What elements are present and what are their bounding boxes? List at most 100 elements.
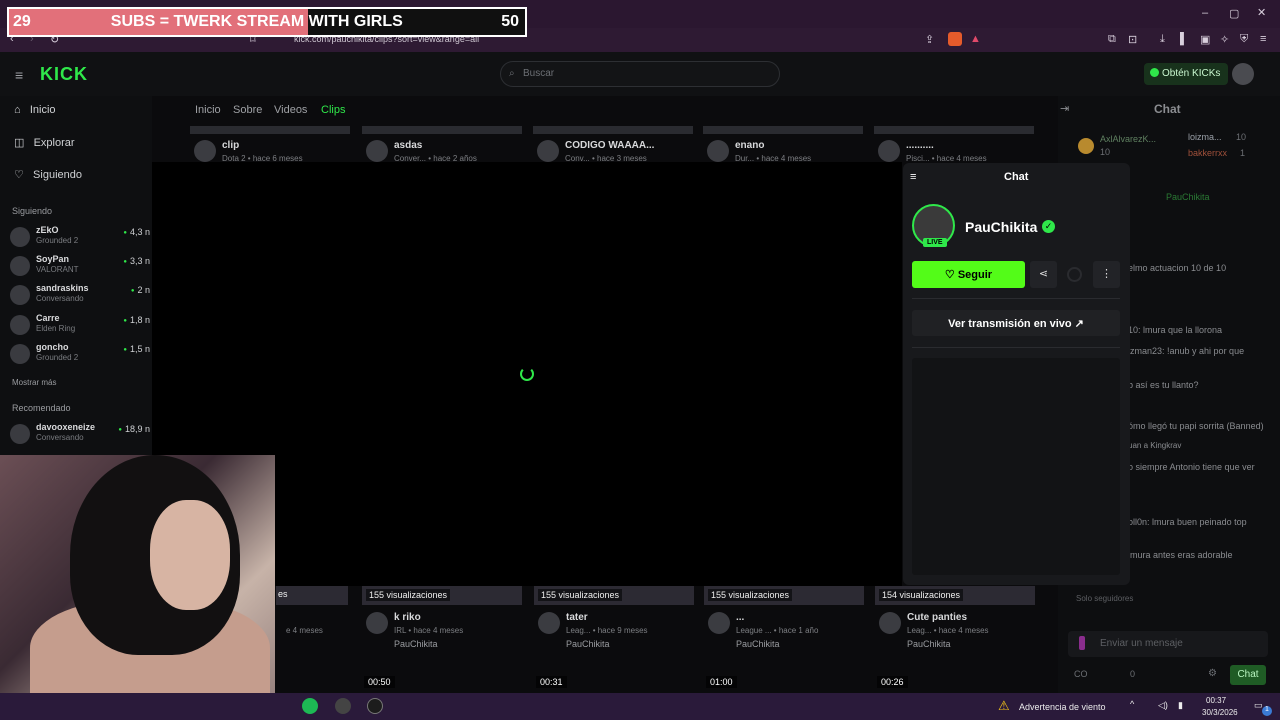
- following-channel[interactable]: gonchoGrounded 2 1,5 n: [10, 341, 150, 367]
- loading-spinner-icon: [1067, 267, 1082, 282]
- clip-duration: 00:50: [364, 676, 395, 688]
- clip-meta: League ... • hace 1 año: [736, 626, 819, 635]
- share-button[interactable]: ⋖: [1030, 261, 1057, 288]
- clip-views: 155 visualizaciones: [366, 589, 451, 601]
- live-badge: LIVE: [923, 238, 947, 247]
- show-more-link[interactable]: Mostrar más: [12, 378, 56, 387]
- pinned-user[interactable]: PauChikita: [1166, 192, 1210, 202]
- following-channel[interactable]: zEkOGrounded 2 4,3 n: [10, 224, 150, 250]
- collapse-icon[interactable]: ≡: [910, 171, 916, 183]
- brave-shield-icon[interactable]: [948, 32, 962, 46]
- clip-card[interactable]: 155 visualizaciones k riko IRL • hace 4 me…: [362, 586, 522, 656]
- notification-badge: 1: [1262, 706, 1272, 716]
- channel-name: sandraskins: [36, 283, 89, 293]
- user-card-name[interactable]: PauChikita: [965, 219, 1037, 235]
- loading-spinner-icon: [520, 367, 534, 381]
- chat-title: Chat: [1154, 102, 1181, 116]
- sidebar-item-label: Explorar: [33, 137, 75, 149]
- chat-settings-icon[interactable]: ⚙: [1208, 668, 1217, 679]
- spotify-icon[interactable]: [302, 698, 318, 714]
- kick-app-icon[interactable]: [367, 698, 383, 714]
- clip-title: enano: [735, 140, 765, 151]
- tab-inicio[interactable]: Inicio: [195, 104, 221, 116]
- leo-icon[interactable]: ✧: [1220, 33, 1229, 46]
- kick-logo[interactable]: KICK: [40, 64, 88, 85]
- chat-message-input[interactable]: Enviar un mensaje: [1068, 631, 1268, 657]
- compass-icon: ◫: [14, 137, 25, 149]
- volume-icon[interactable]: ◁): [1158, 700, 1168, 711]
- user-avatar[interactable]: [1232, 63, 1254, 85]
- follow-button[interactable]: ♡ Seguir: [912, 261, 1025, 288]
- tray-chevron-icon[interactable]: ^: [1130, 699, 1134, 709]
- clip-meta: Pisci... • hace 4 meses: [906, 154, 987, 163]
- clip-card[interactable]: 155 visualizaciones... League ... • hace …: [704, 586, 864, 656]
- tab-clips[interactable]: Clips: [321, 104, 345, 116]
- clip-card[interactable]: 154 visualizaciones Cute panties Leag... •…: [875, 586, 1035, 656]
- clip-channel: PauChikita: [394, 639, 438, 649]
- rewards-icon[interactable]: ▲: [970, 33, 981, 45]
- clip-card[interactable]: 155 visualizaciones tater Leag... • hace 9…: [534, 586, 694, 656]
- tab-videos[interactable]: Videos: [274, 104, 307, 116]
- chat-message: 10: lmura que la llorona: [1128, 325, 1223, 335]
- more-options-button[interactable]: ⋮: [1093, 261, 1120, 288]
- collapse-chat-icon[interactable]: ⇥: [1060, 102, 1069, 115]
- share-icon[interactable]: ⇪: [925, 33, 934, 46]
- close-window-icon[interactable]: ✕: [1257, 6, 1266, 19]
- followers-only-label: Solo seguidores: [1076, 594, 1134, 603]
- search-input[interactable]: Buscar: [500, 61, 780, 87]
- recommended-channel[interactable]: davooxeneizeConversando 18,9 n: [10, 421, 150, 447]
- sidebar-toggle-icon[interactable]: ▌: [1180, 33, 1188, 45]
- weather-text[interactable]: Advertencia de viento: [1019, 702, 1106, 712]
- wallet-icon[interactable]: ▣: [1200, 33, 1210, 46]
- channel-name: Carre: [36, 313, 60, 323]
- clock-date[interactable]: 30/3/2026: [1202, 708, 1238, 717]
- hamburger-icon[interactable]: ≡: [15, 67, 23, 83]
- clip-thumbnail[interactable]: es: [276, 586, 348, 605]
- channel-name: SoyPan: [36, 254, 70, 264]
- sidebar-item-explorar[interactable]: ◫ Explorar: [14, 136, 75, 149]
- clip-thumbnail: 155 visualizaciones: [534, 586, 694, 605]
- tab-sobre[interactable]: Sobre: [233, 104, 262, 116]
- clip-card[interactable]: .......... Pisci... • hace 4 meses: [874, 126, 1034, 163]
- channel-category: Grounded 2: [36, 353, 79, 362]
- clip-card[interactable]: asdas Conver... • hace 2 años: [362, 126, 522, 163]
- obs-icon[interactable]: [335, 698, 351, 714]
- mic-icon[interactable]: ▮: [1178, 700, 1183, 711]
- download-icon[interactable]: ⤓: [1160, 33, 1165, 46]
- clock-time[interactable]: 00:37: [1206, 696, 1226, 705]
- sidebar-item-label: Inicio: [29, 104, 56, 116]
- chat-message: uan a Kingkrav: [1128, 441, 1182, 450]
- clip-thumbnail: 155 visualizaciones: [362, 586, 522, 605]
- heart-icon: ♡: [14, 169, 24, 181]
- clip-card[interactable]: CODIGO WAAAA... Conv... • hace 3 meses: [533, 126, 693, 163]
- user-card-title: Chat: [1004, 171, 1029, 183]
- watch-live-button[interactable]: Ver transmisión en vivo ↗: [912, 310, 1120, 336]
- following-channel[interactable]: CarreElden Ring 1,8 n: [10, 312, 150, 338]
- following-section-title: Siguiendo: [12, 206, 53, 216]
- divider: [912, 347, 1120, 348]
- screenshot-icon[interactable]: ⊡: [1128, 33, 1137, 46]
- top-gifter-name[interactable]: bakkerrxx: [1188, 148, 1227, 158]
- top-gifter-name[interactable]: loizma...: [1188, 132, 1222, 142]
- chat-send-button[interactable]: Chat: [1230, 665, 1266, 685]
- top-gifter-name[interactable]: AxlAlvarezK...: [1100, 134, 1156, 144]
- channel-name: davooxeneize: [36, 422, 96, 432]
- maximize-icon[interactable]: ▢: [1229, 7, 1239, 20]
- chat-message: b así es tu llanto?: [1128, 380, 1199, 390]
- sidebar-item-siguiendo[interactable]: ♡ Siguiendo: [14, 168, 82, 181]
- clip-channel: PauChikita: [907, 639, 951, 649]
- vpn-icon[interactable]: ⛨: [1240, 33, 1248, 46]
- following-channel[interactable]: SoyPanVALORANT 3,3 n: [10, 253, 150, 279]
- subgoal-banner: 29 SUBS = TWERK STREAM WITH GIRLS 50: [7, 7, 527, 37]
- menu-icon[interactable]: ≡: [1260, 33, 1266, 45]
- clip-card[interactable]: clip Dota 2 • hace 6 meses: [190, 126, 350, 163]
- avatar: [10, 424, 30, 444]
- following-channel[interactable]: sandraskinsConversando 2 n: [10, 282, 150, 308]
- clip-card[interactable]: enano Dur... • hace 4 meses: [703, 126, 863, 163]
- extensions-icon[interactable]: ⧉: [1108, 33, 1116, 46]
- sidebar-item-inicio[interactable]: ⌂ Inicio: [14, 104, 56, 116]
- chat-message: o siempre Antonio tiene que ver: [1128, 462, 1255, 472]
- emote-icon[interactable]: [1079, 636, 1085, 650]
- minimize-icon[interactable]: –: [1202, 7, 1208, 19]
- avatar: [194, 140, 216, 162]
